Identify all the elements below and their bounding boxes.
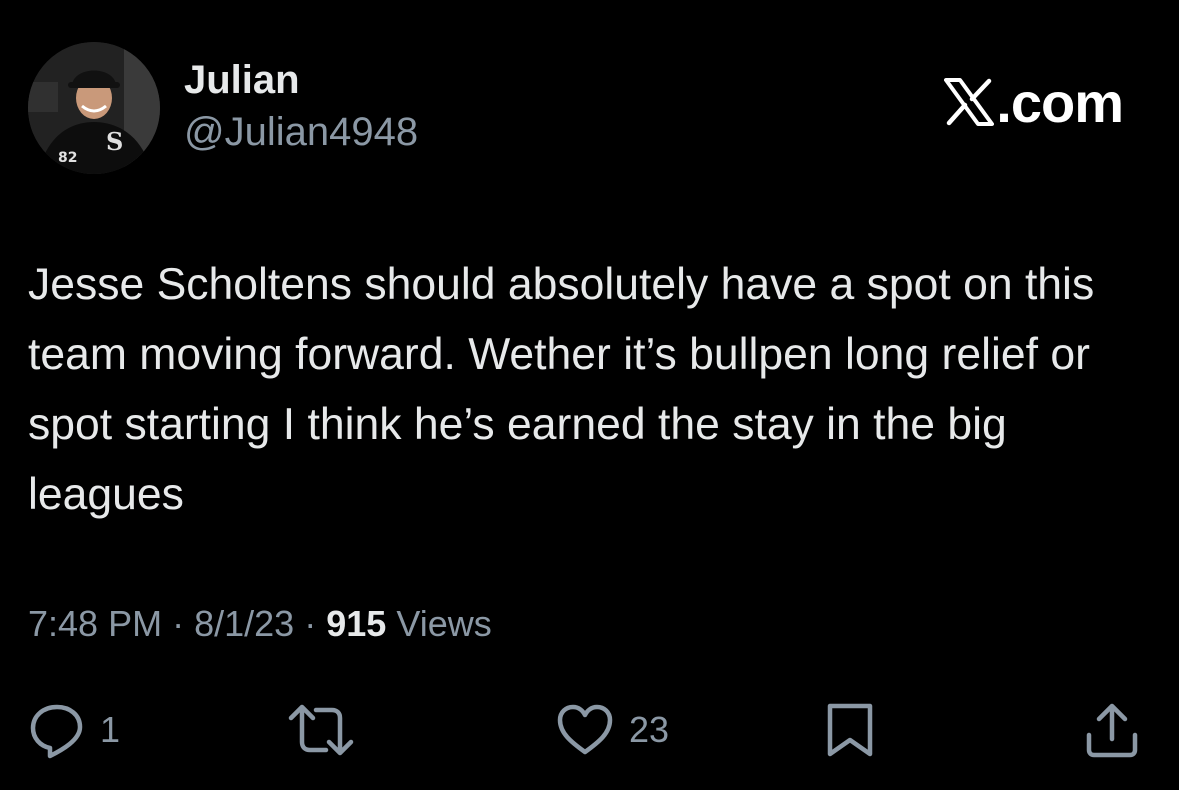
brand-text: .com — [996, 70, 1124, 134]
reply-button[interactable]: 1 — [28, 700, 120, 760]
tweet-meta: 7:48 PM · 8/1/23 · 915 Views — [28, 603, 492, 645]
author-display-name[interactable]: Julian — [184, 58, 300, 103]
views-label: Views — [396, 603, 492, 644]
svg-text:S: S — [106, 127, 123, 156]
action-bar: 1 23 — [0, 700, 1179, 760]
share-button[interactable] — [1084, 700, 1140, 760]
bookmark-icon — [827, 703, 873, 757]
reply-count: 1 — [100, 709, 121, 750]
tweet-text: Jesse Scholtens should absolutely have a… — [28, 260, 1095, 519]
like-button[interactable]: 23 — [555, 700, 669, 760]
tweet-time[interactable]: 7:48 PM — [28, 603, 162, 644]
views-count: 915 — [326, 603, 387, 644]
reply-icon — [30, 704, 83, 759]
brand-logo: .com — [944, 70, 1124, 134]
meta-separator: · — [304, 603, 317, 644]
retweet-button[interactable] — [286, 700, 370, 760]
x-logo-icon — [944, 78, 995, 126]
bookmark-button[interactable] — [824, 700, 876, 760]
meta-separator: · — [172, 603, 185, 644]
heart-icon — [557, 704, 613, 755]
avatar-jersey-number: 82 — [58, 150, 77, 166]
share-icon — [1086, 703, 1138, 758]
tweet-date[interactable]: 8/1/23 — [194, 603, 294, 644]
retweet-icon — [288, 704, 354, 756]
avatar[interactable]: S 82 — [28, 42, 160, 174]
author-handle[interactable]: @Julian4948 — [184, 110, 418, 155]
like-count: 23 — [629, 709, 670, 750]
